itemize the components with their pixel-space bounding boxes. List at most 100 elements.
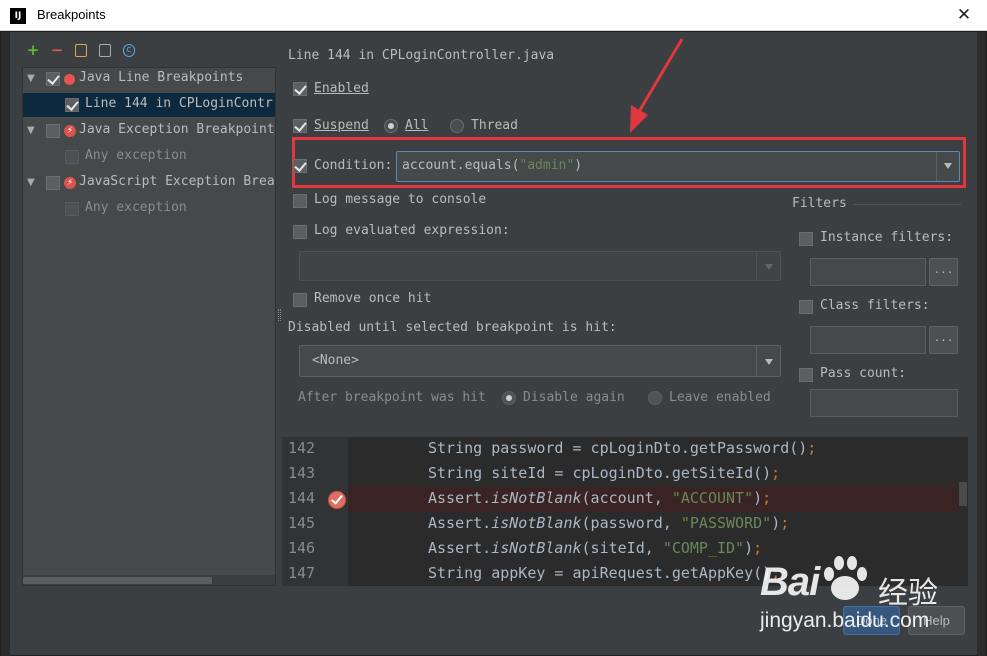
log-expression-checkbox[interactable] — [293, 225, 307, 239]
code-token: Assert. — [428, 489, 492, 507]
code-token: isNotBlank — [491, 539, 582, 557]
watermark-brand-cn: 经验 — [878, 576, 938, 611]
code-token: ) — [744, 539, 754, 557]
disable-again-label: Disable again — [523, 390, 625, 405]
remove-once-hit-label: Remove once hit — [314, 291, 432, 306]
code-text: String siteId = cpLoginDto.getSiteId(); — [428, 464, 780, 482]
tree-item-line-144[interactable]: Line 144 in CPLoginContr — [23, 93, 275, 117]
condition-input[interactable]: account.equals("admin") — [396, 151, 960, 182]
scrollbar-thumb[interactable] — [959, 482, 967, 506]
class-filters-browse-button[interactable]: ... — [929, 326, 958, 354]
instance-filters-label: Instance filters: — [820, 230, 954, 245]
splitter-handle[interactable] — [278, 309, 281, 321]
code-text: String password = cpLoginDto.getPassword… — [428, 439, 816, 457]
pass-count-checkbox[interactable] — [799, 368, 813, 382]
breakpoint-check-icon[interactable] — [328, 491, 346, 509]
log-expression-label: Log evaluated expression: — [314, 223, 510, 238]
log-message-checkbox[interactable] — [293, 194, 307, 208]
pass-count-input[interactable] — [810, 389, 958, 417]
exception-breakpoint-icon: ⚡ — [64, 177, 76, 189]
code-token: isNotBlank — [491, 514, 582, 532]
tree-item-label: Line 144 in CPLoginContr — [85, 96, 273, 111]
chevron-down-icon — [944, 163, 952, 169]
minus-icon[interactable]: − — [49, 42, 65, 58]
tree-item-any-exception[interactable]: Any exception — [23, 145, 275, 169]
enabled-label: Enabled — [314, 81, 369, 96]
code-text: Assert.isNotBlank(account, "ACCOUNT"); — [428, 489, 771, 507]
select-dropdown[interactable] — [756, 346, 780, 376]
intellij-logo-icon: IJ — [10, 8, 26, 24]
group-folder-icon[interactable] — [75, 44, 87, 57]
disabled-until-select[interactable]: <None> — [299, 345, 781, 377]
item-checkbox[interactable] — [65, 202, 79, 216]
copy-icon[interactable] — [99, 44, 111, 57]
expand-arrow-icon[interactable]: ▼ — [27, 73, 35, 84]
group-checkbox[interactable] — [46, 72, 60, 86]
tree-item-label: Any exception — [85, 200, 187, 215]
condition-expression[interactable]: account.equals("admin") — [402, 158, 582, 173]
condition-history-dropdown[interactable] — [936, 152, 959, 181]
code-token: (account, — [581, 489, 672, 507]
group-checkbox[interactable] — [46, 124, 60, 138]
close-button[interactable]: ✕ — [941, 0, 987, 31]
suspend-label: Suspend — [314, 118, 369, 133]
item-checkbox[interactable] — [65, 150, 79, 164]
condition-label: Condition: — [314, 158, 393, 173]
code-text: Assert.isNotBlank(password, "PASSWORD"); — [428, 514, 789, 532]
filters-divider — [854, 204, 961, 205]
red-dot-icon — [64, 74, 75, 85]
line-number: 142 — [288, 439, 316, 457]
watermark-url: jingyan.baidu.com — [760, 609, 930, 632]
class-filters-input[interactable] — [810, 326, 926, 354]
class-icon[interactable]: c — [123, 44, 135, 57]
paw-logo-icon — [824, 556, 867, 600]
after-hit-label: After breakpoint was hit — [298, 390, 486, 405]
expression-dropdown[interactable] — [756, 252, 780, 280]
code-token: "PASSWORD" — [680, 514, 772, 532]
enabled-checkbox[interactable] — [293, 82, 307, 96]
suspend-all-radio[interactable] — [384, 119, 398, 133]
code-token: ; — [780, 514, 790, 532]
remove-once-hit-checkbox[interactable] — [293, 293, 307, 307]
code-token: ; — [807, 439, 817, 457]
code-line: 144 Assert.isNotBlank(account, "ACCOUNT")… — [282, 487, 968, 512]
suspend-thread-radio[interactable] — [450, 119, 464, 133]
breakpoint-header: Line 144 in CPLoginController.java — [288, 48, 555, 63]
suspend-thread-label: Thread — [471, 118, 518, 133]
line-number: 143 — [288, 464, 316, 482]
scrollbar-thumb[interactable] — [23, 577, 212, 584]
log-expression-input[interactable] — [299, 251, 781, 281]
group-checkbox[interactable] — [46, 176, 60, 190]
instance-filters-browse-button[interactable]: ... — [929, 258, 958, 286]
pass-count-label: Pass count: — [820, 366, 907, 381]
expand-arrow-icon[interactable]: ▼ — [27, 177, 35, 188]
instance-filters-input[interactable] — [810, 258, 926, 286]
disable-again-radio[interactable] — [502, 391, 516, 405]
code-line: 143 String siteId = cpLoginDto.getSiteId(… — [282, 462, 968, 487]
expand-arrow-icon[interactable]: ▼ — [27, 125, 35, 136]
leave-enabled-radio[interactable] — [648, 391, 662, 405]
tree-group-java-exception[interactable]: ▼ ⚡ Java Exception Breakpoint — [23, 119, 275, 143]
code-token: ) — [771, 514, 781, 532]
plus-icon[interactable]: + — [25, 42, 41, 58]
condition-checkbox[interactable] — [293, 159, 307, 173]
suspend-checkbox[interactable] — [293, 119, 307, 133]
code-token: Assert. — [428, 539, 492, 557]
leave-enabled-label: Leave enabled — [669, 390, 771, 405]
tree-group-label: JavaScript Exception Brea — [79, 174, 275, 189]
tree-group-javascript-exception[interactable]: ▼ ⚡ JavaScript Exception Brea — [23, 171, 275, 195]
breakpoints-tree[interactable]: ▼ Java Line Breakpoints Line 144 in CPLo… — [22, 67, 276, 586]
code-token: Assert. — [428, 514, 492, 532]
class-filters-checkbox[interactable] — [799, 300, 813, 314]
tree-horizontal-scrollbar[interactable] — [23, 575, 275, 585]
filters-title: Filters — [792, 196, 847, 211]
disabled-until-label: Disabled until selected breakpoint is hi… — [288, 320, 617, 335]
tree-item-any-exception[interactable]: Any exception — [23, 197, 275, 221]
class-filters-label: Class filters: — [820, 298, 930, 313]
item-checkbox[interactable] — [65, 98, 79, 112]
code-token: (password, — [581, 514, 681, 532]
tree-group-java-line[interactable]: ▼ Java Line Breakpoints — [23, 68, 275, 91]
instance-filters-checkbox[interactable] — [799, 232, 813, 246]
line-number: 144 — [288, 489, 316, 507]
window-title: Breakpoints — [37, 7, 106, 22]
